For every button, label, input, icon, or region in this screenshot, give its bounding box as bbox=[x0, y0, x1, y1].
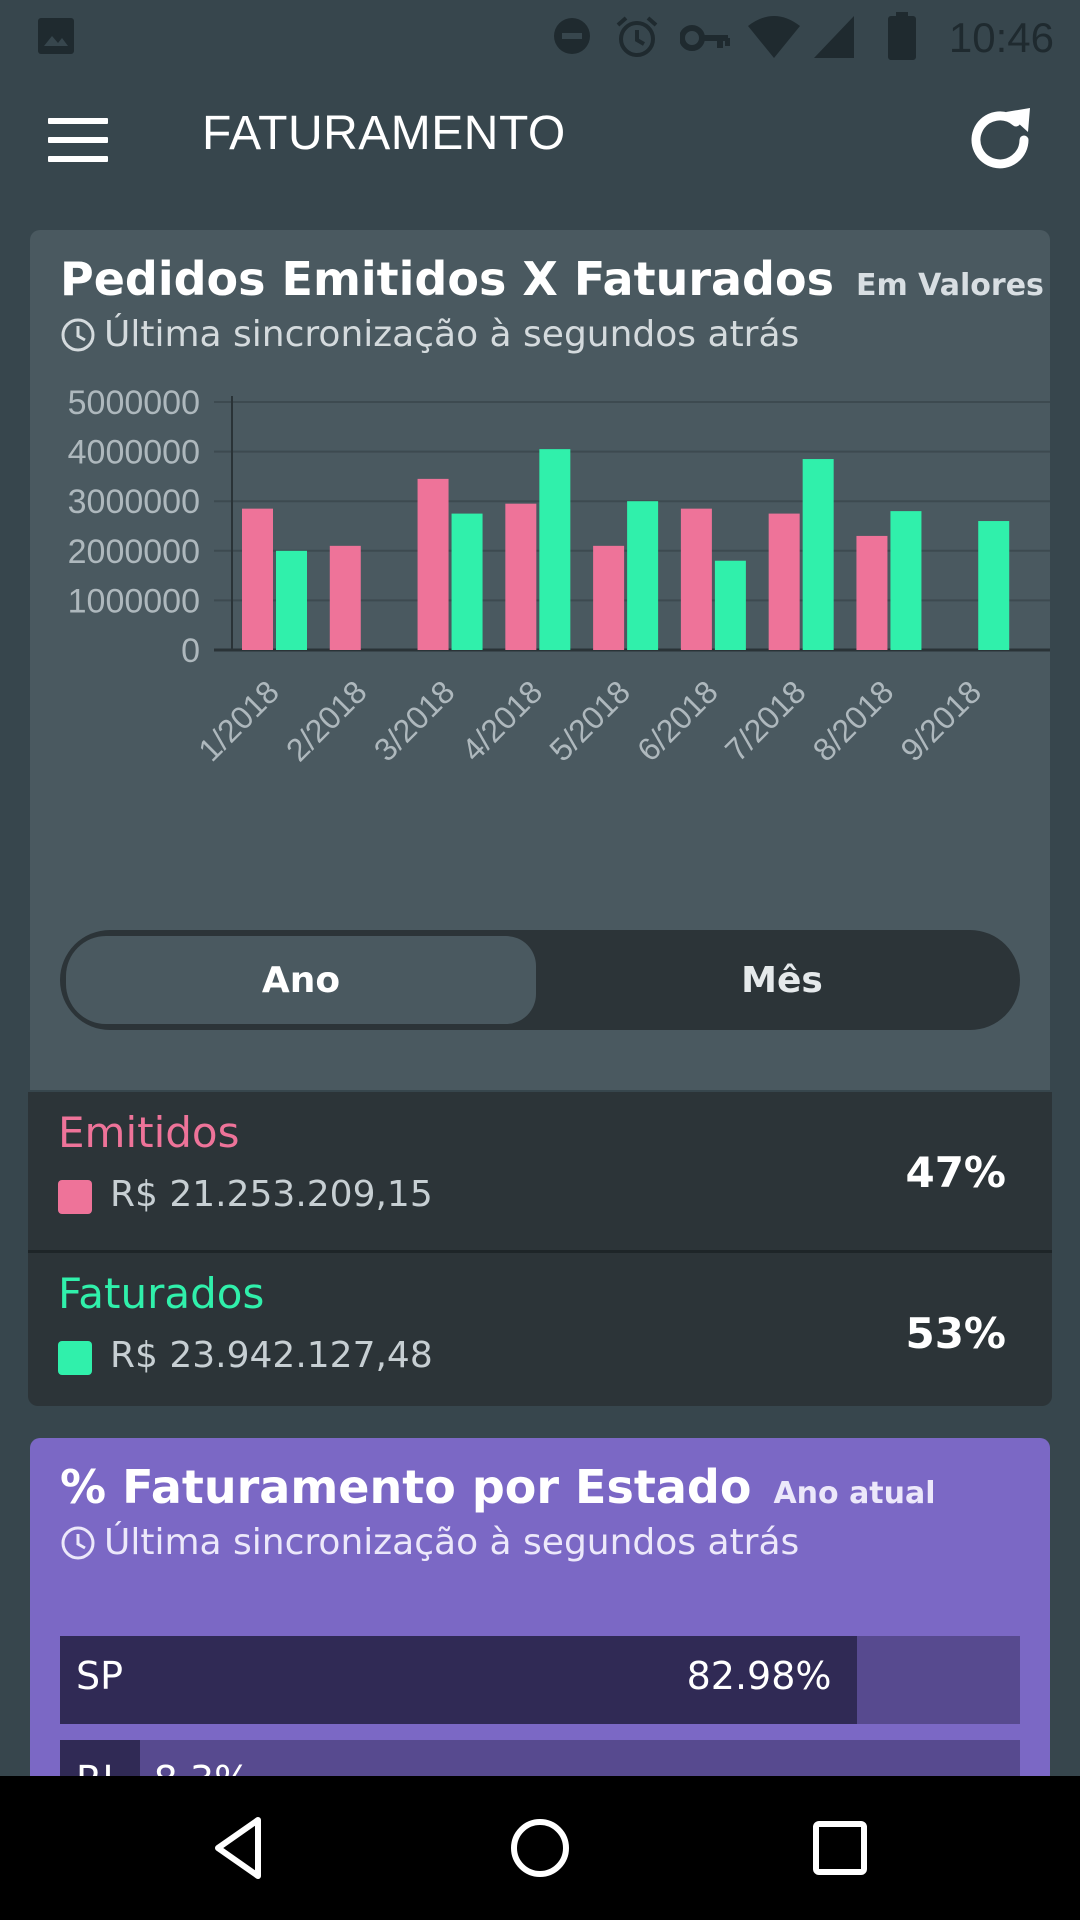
orders-sync-text: Última sincronização à segundos atrás bbox=[104, 314, 800, 355]
x-tick-label: 8/2018 bbox=[806, 673, 901, 768]
bar-emitidos bbox=[242, 508, 273, 650]
state-bar-sp[interactable]: SP 82.98% bbox=[60, 1636, 1020, 1724]
bar-faturados bbox=[451, 513, 483, 650]
clock-icon bbox=[61, 1526, 95, 1559]
legend-value: R$ 23.942.127,48 bbox=[110, 1335, 433, 1376]
refresh-icon[interactable] bbox=[962, 102, 1038, 178]
orders-bar-chart: 0 1000000 2000000 3000000 4000000 5000000 1/20… bbox=[68, 384, 1050, 768]
y-tick-label: 5000000 bbox=[68, 384, 200, 422]
orders-card-title-text: Pedidos Emitidos X Faturados bbox=[60, 252, 834, 306]
vpn-key-icon bbox=[680, 25, 730, 51]
bar-emitidos bbox=[680, 508, 712, 650]
alarm-icon bbox=[616, 16, 658, 57]
navigation-bar bbox=[0, 1776, 1080, 1920]
bar-faturados bbox=[276, 550, 307, 650]
x-tick-label: 1/2018 bbox=[191, 673, 286, 768]
status-bar: 10:46 bbox=[0, 0, 1080, 76]
state-sync-text: Última sincronização à segundos atrás bbox=[104, 1522, 800, 1563]
legend-value: R$ 21.253.209,15 bbox=[110, 1174, 433, 1215]
bar-emitidos bbox=[768, 513, 800, 650]
x-tick-label: 7/2018 bbox=[718, 673, 813, 768]
x-tick-label: 4/2018 bbox=[455, 673, 550, 768]
bar-emitidos bbox=[856, 535, 888, 650]
state-sync-status: Última sincronização à segundos atrás bbox=[60, 1522, 799, 1563]
x-tick-label: 2/2018 bbox=[279, 673, 374, 768]
hamburger-menu-icon[interactable] bbox=[48, 118, 108, 162]
state-card-title-text: % Faturamento por Estado bbox=[60, 1460, 752, 1514]
y-tick-label: 1000000 bbox=[68, 582, 200, 620]
bar-faturados bbox=[714, 560, 746, 650]
x-tick-label: 3/2018 bbox=[367, 673, 462, 768]
state-card-subtitle: Ano atual bbox=[773, 1476, 936, 1511]
legend-label: Faturados bbox=[58, 1269, 265, 1318]
x-tick-label: 9/2018 bbox=[894, 673, 989, 768]
legend-row-emitidos: Emitidos R$ 21.253.209,15 47% bbox=[28, 1092, 1052, 1247]
bar-emitidos bbox=[417, 478, 449, 650]
bar-emitidos bbox=[505, 503, 537, 650]
signal-icon bbox=[814, 16, 854, 58]
y-tick-label: 2000000 bbox=[68, 533, 200, 571]
orders-sync-status: Última sincronização à segundos atrás bbox=[60, 314, 799, 355]
period-toggle: Ano Mês bbox=[60, 930, 1020, 1030]
page-title: FATURAMENTO bbox=[202, 107, 566, 160]
bar-faturados bbox=[802, 459, 834, 650]
bar-faturados bbox=[539, 449, 571, 650]
legend-row-faturados: Faturados R$ 23.942.127,48 53% bbox=[28, 1250, 1052, 1408]
x-tick-label: 5/2018 bbox=[542, 673, 637, 768]
clock: 10:46 bbox=[948, 14, 1054, 61]
legend-label: Emitidos bbox=[58, 1108, 240, 1157]
orders-card-subtitle: Em Valores bbox=[855, 268, 1044, 303]
orders-card: Pedidos Emitidos X Faturados Em Valores … bbox=[30, 230, 1050, 1090]
wifi-icon bbox=[748, 16, 800, 58]
do-not-disturb-icon bbox=[554, 18, 590, 54]
bar-emitidos bbox=[593, 545, 625, 650]
state-card-title: % Faturamento por Estado Ano atual bbox=[60, 1460, 936, 1514]
orders-legend: Emitidos R$ 21.253.209,15 47% Faturados … bbox=[28, 1092, 1052, 1406]
state-percent: 82.98% bbox=[686, 1654, 832, 1698]
orders-card-title: Pedidos Emitidos X Faturados Em Valores bbox=[60, 252, 1044, 306]
bar-emitidos bbox=[329, 545, 361, 650]
state-name: SP bbox=[76, 1654, 124, 1698]
image-icon bbox=[38, 18, 74, 54]
home-icon[interactable] bbox=[500, 1808, 580, 1888]
y-tick-label: 0 bbox=[181, 632, 200, 670]
y-tick-label: 4000000 bbox=[68, 434, 200, 472]
clock-icon bbox=[61, 318, 95, 351]
app-bar: FATURAMENTO bbox=[0, 76, 1080, 196]
legend-percent: 47% bbox=[905, 1148, 1006, 1197]
x-tick-label: 6/2018 bbox=[630, 673, 725, 768]
bar-faturados bbox=[627, 501, 659, 650]
bar-faturados bbox=[978, 521, 1010, 650]
toggle-mes-button[interactable]: Mês bbox=[550, 936, 1014, 1024]
legend-percent: 53% bbox=[905, 1309, 1006, 1358]
back-icon[interactable] bbox=[200, 1808, 280, 1888]
toggle-ano-button[interactable]: Ano bbox=[66, 936, 536, 1024]
y-tick-label: 3000000 bbox=[68, 483, 200, 521]
recents-icon[interactable] bbox=[800, 1808, 880, 1888]
bar-faturados bbox=[890, 511, 922, 650]
battery-icon bbox=[888, 12, 916, 60]
legend-swatch bbox=[58, 1341, 92, 1375]
legend-swatch bbox=[58, 1180, 92, 1214]
